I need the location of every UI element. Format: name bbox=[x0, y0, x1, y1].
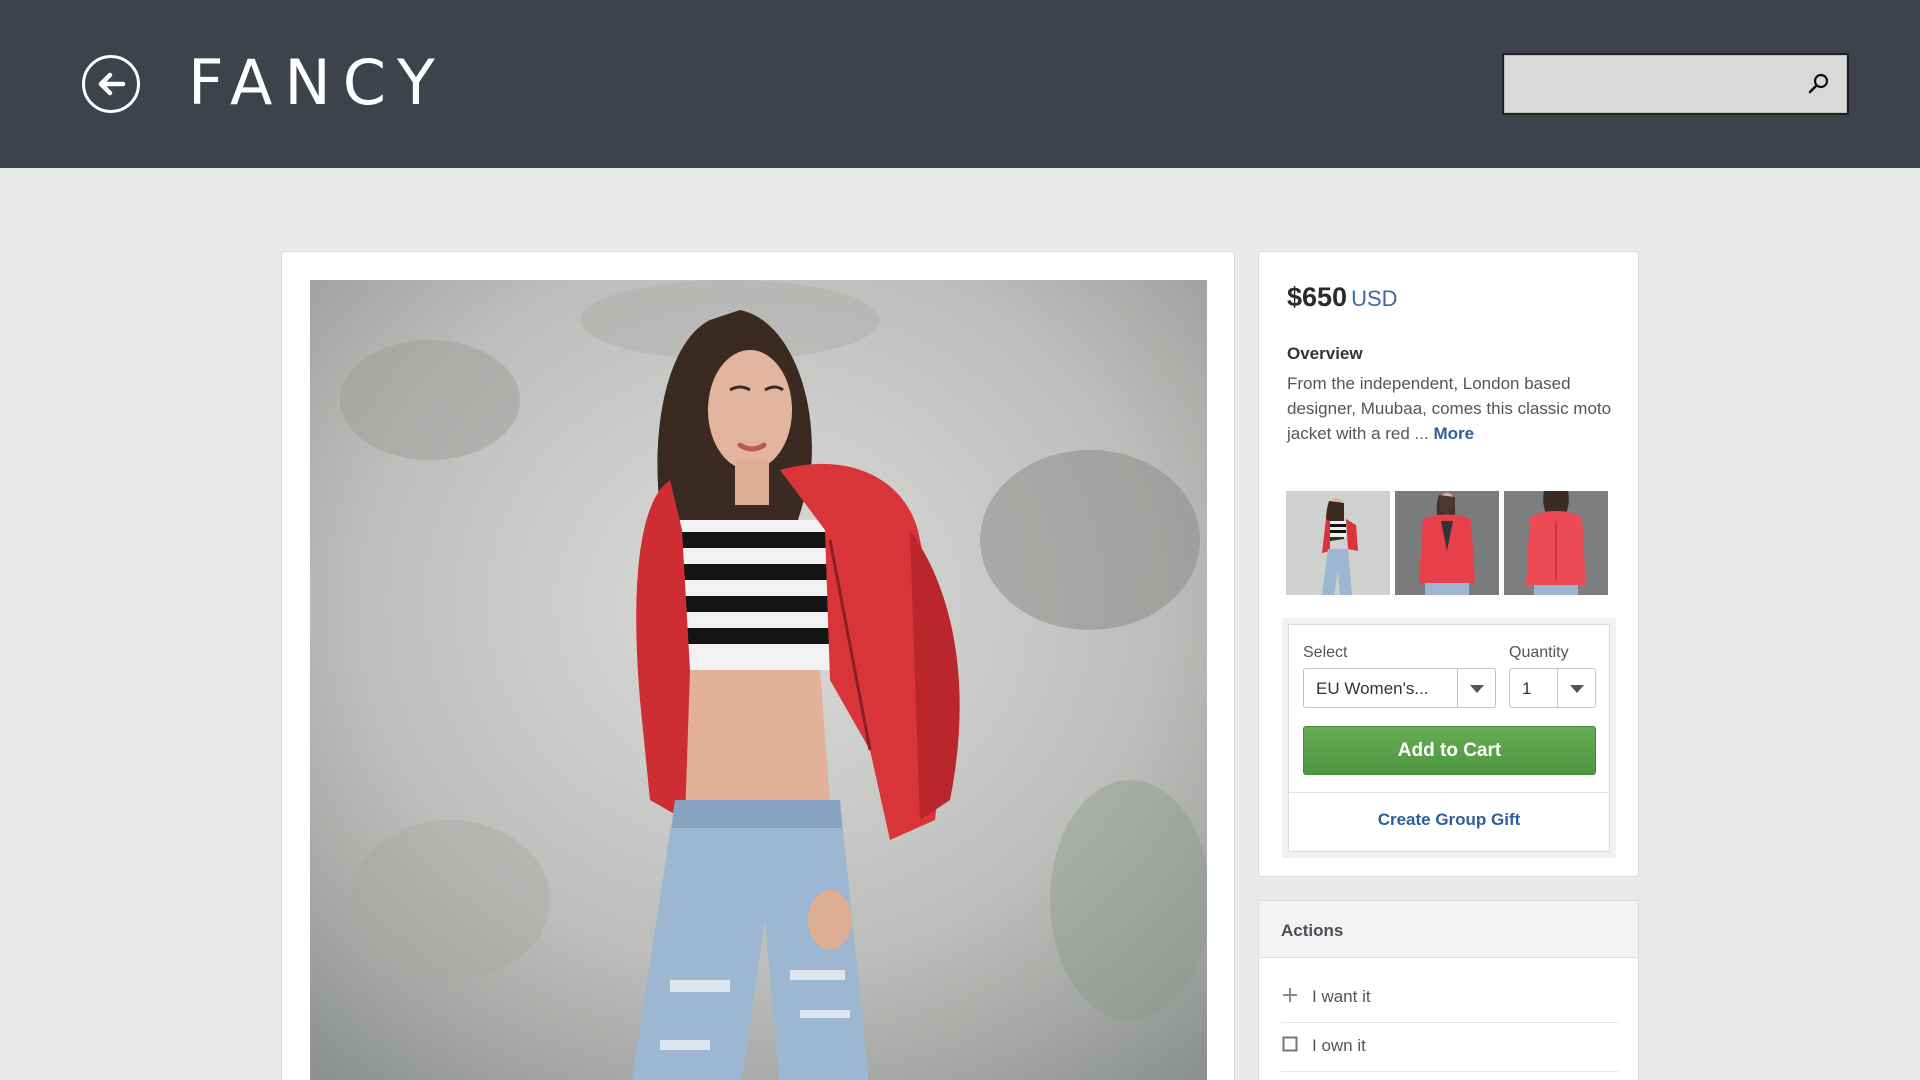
currency-label: USD bbox=[1351, 286, 1398, 311]
back-arrow-icon bbox=[98, 72, 126, 96]
add-to-cart-button[interactable]: Add to Cart bbox=[1303, 726, 1596, 775]
action-label: I want it bbox=[1312, 987, 1371, 1006]
search-input[interactable] bbox=[1514, 65, 1784, 105]
fancy-logo[interactable]: FANCY bbox=[188, 50, 447, 116]
search-icon[interactable] bbox=[1807, 72, 1831, 96]
model-photo-illustration bbox=[310, 280, 1207, 1080]
action-i-own-it[interactable]: I own it bbox=[1281, 1024, 1618, 1072]
price: $650 USD bbox=[1287, 282, 1398, 313]
overview-text: From the independent, London based desig… bbox=[1287, 371, 1617, 446]
plus-icon bbox=[1283, 988, 1297, 1002]
actions-header: Actions bbox=[1259, 901, 1638, 958]
thumbnail-3-image bbox=[1504, 491, 1608, 595]
thumbnail-strip bbox=[1286, 491, 1616, 595]
checkbox-icon bbox=[1282, 1036, 1298, 1052]
thumbnail-3[interactable] bbox=[1504, 491, 1608, 595]
purchase-box: Select Quantity EU Women's... 1 Add to C… bbox=[1282, 618, 1616, 858]
select-label: Select bbox=[1303, 644, 1348, 661]
chevron-down-icon[interactable] bbox=[1457, 669, 1495, 707]
back-button[interactable] bbox=[82, 55, 140, 113]
more-link[interactable]: More bbox=[1433, 424, 1474, 443]
thumbnail-1-image bbox=[1286, 491, 1390, 595]
product-photo[interactable] bbox=[310, 280, 1207, 1080]
search-box[interactable] bbox=[1502, 53, 1849, 115]
top-bar: FANCY bbox=[0, 0, 1920, 168]
action-label: I own it bbox=[1312, 1036, 1366, 1055]
purchase-panel: Select Quantity EU Women's... 1 Add to C… bbox=[1288, 624, 1610, 852]
quantity-label: Quantity bbox=[1509, 644, 1569, 661]
thumbnail-2-image bbox=[1395, 491, 1499, 595]
product-info-card: $650 USD Overview From the independent, L… bbox=[1258, 251, 1639, 877]
thumbnail-1[interactable] bbox=[1286, 491, 1390, 595]
price-amount: $650 bbox=[1287, 282, 1348, 312]
overview-title: Overview bbox=[1287, 344, 1363, 363]
chevron-down-icon[interactable] bbox=[1557, 669, 1595, 707]
actions-card: Actions I want it I own it bbox=[1258, 900, 1639, 1080]
product-image-card bbox=[281, 251, 1235, 1080]
actions-title: Actions bbox=[1281, 921, 1344, 940]
quantity-select[interactable]: 1 bbox=[1509, 668, 1596, 708]
thumbnail-2[interactable] bbox=[1395, 491, 1499, 595]
quantity-select-value: 1 bbox=[1522, 679, 1532, 698]
create-group-gift-link[interactable]: Create Group Gift bbox=[1289, 810, 1609, 830]
size-select-value: EU Women's... bbox=[1316, 679, 1429, 698]
action-i-want-it[interactable]: I want it bbox=[1281, 975, 1618, 1023]
size-select[interactable]: EU Women's... bbox=[1303, 668, 1496, 708]
divider bbox=[1289, 792, 1609, 793]
